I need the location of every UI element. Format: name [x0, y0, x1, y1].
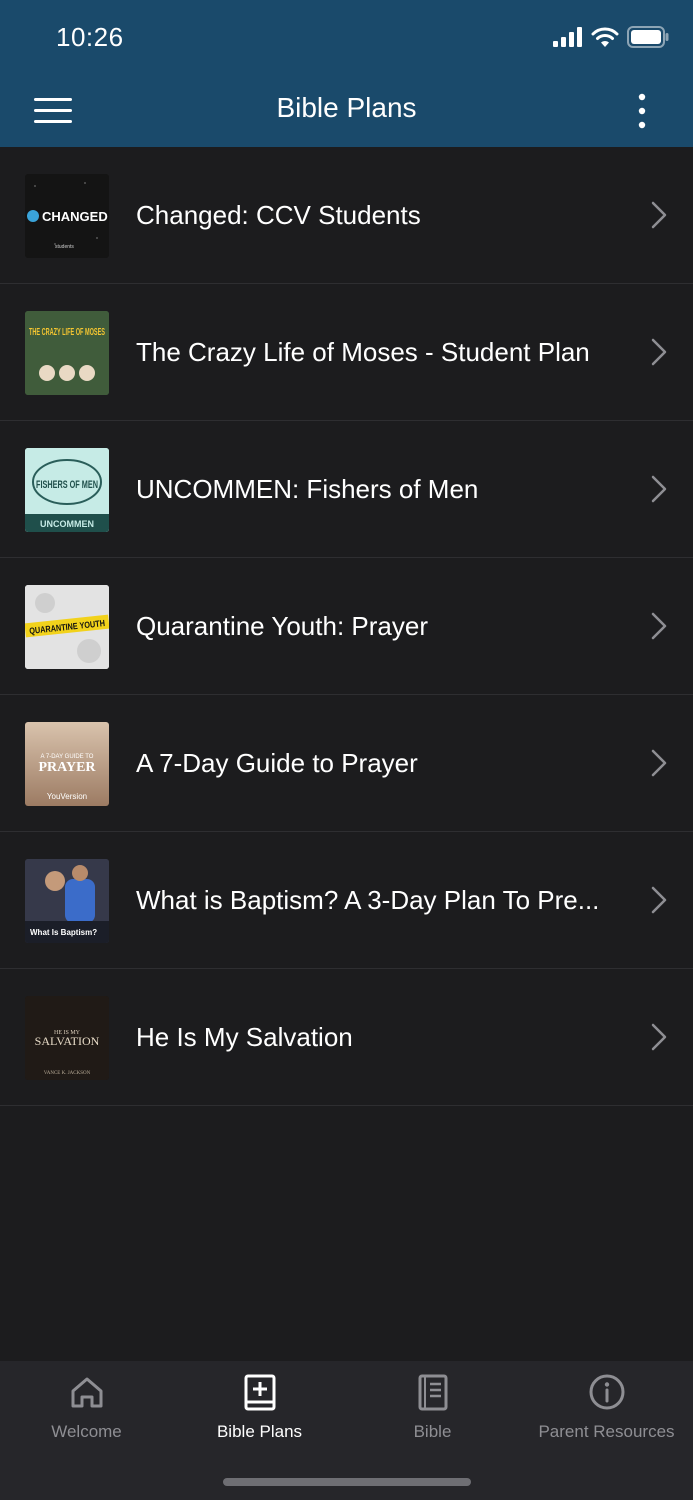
plan-title: UNCOMMEN: Fishers of Men [136, 474, 479, 504]
chevron-right-icon [651, 886, 667, 914]
tab-bible-plans[interactable]: Bible Plans [173, 1361, 346, 1461]
wifi-icon [591, 27, 619, 47]
home-indicator[interactable] [223, 1478, 471, 1486]
tab-welcome[interactable]: Welcome [0, 1361, 173, 1461]
plan-title: Quarantine Youth: Prayer [136, 611, 428, 641]
home-icon [71, 1377, 102, 1408]
tab-label: Welcome [51, 1422, 122, 1441]
plan-list: CHANGED students Changed: CCV Students T… [0, 147, 693, 1106]
thumb-title: SALVATION [35, 1034, 100, 1048]
thumb-title: CHANGED [42, 209, 108, 224]
status-icons [553, 26, 669, 48]
thumb-title: THE CRAZY LIFE OF MOSES [29, 327, 105, 338]
bible-plus-icon [244, 1374, 275, 1411]
plan-thumbnail: A 7-DAY GUIDE TO PRAYER YouVersion [25, 722, 109, 806]
tab-label: Parent Resources [538, 1422, 675, 1441]
plan-row[interactable]: CHANGED students Changed: CCV Students [0, 147, 693, 284]
thumb-subtitle: YouVersion [47, 792, 87, 801]
plan-thumbnail: HE IS MY SALVATION VANCE K. JACKSON [25, 996, 109, 1080]
plan-title: A 7-Day Guide to Prayer [136, 748, 418, 778]
info-circle-icon [589, 1374, 624, 1410]
tab-label: Bible [413, 1422, 452, 1441]
tab-label: Bible Plans [216, 1422, 303, 1441]
battery-icon [627, 26, 669, 48]
chevron-right-icon [651, 1023, 667, 1051]
plan-row[interactable]: What Is Baptism? What is Baptism? A 3-Da… [0, 832, 693, 969]
plan-title: The Crazy Life of Moses - Student Plan [136, 337, 590, 367]
chevron-right-icon [651, 749, 667, 777]
tab-parent-resources[interactable]: Parent Resources [520, 1361, 693, 1461]
plan-row[interactable]: THE CRAZY LIFE OF MOSES The Crazy Life o… [0, 284, 693, 421]
status-time: 10:26 [56, 22, 124, 52]
signal-icon [553, 27, 582, 47]
plan-row[interactable]: HE IS MY SALVATION VANCE K. JACKSON He I… [0, 969, 693, 1106]
more-options-button[interactable] [633, 92, 651, 130]
thumb-subtitle: VANCE K. JACKSON [44, 1071, 91, 1076]
thumb-subtitle: What Is Baptism? [30, 928, 97, 937]
plan-title: What is Baptism? A 3-Day Plan To Pre... [136, 885, 600, 915]
plan-row[interactable]: A 7-DAY GUIDE TO PRAYER YouVersion A 7-D… [0, 695, 693, 832]
plan-thumbnail: FISHERS OF MEN UNCOMMEN [25, 448, 109, 532]
plan-thumbnail: QUARANTINE YOUTH [25, 585, 109, 669]
plan-thumbnail: CHANGED students [25, 174, 109, 258]
plan-row[interactable]: FISHERS OF MEN UNCOMMEN UNCOMMEN: Fisher… [0, 421, 693, 558]
plan-title: He Is My Salvation [136, 1022, 353, 1052]
thumb-title: PRAYER [38, 760, 96, 775]
tab-bible[interactable]: Bible [346, 1361, 519, 1461]
thumb-subtitle: students [55, 244, 74, 250]
plan-title: Changed: CCV Students [136, 200, 421, 230]
chevron-right-icon [651, 475, 667, 503]
app-header: 10:26 Bible Plans [0, 0, 693, 147]
chevron-right-icon [651, 612, 667, 640]
thumb-title: FISHERS OF MEN [36, 479, 98, 491]
plan-thumbnail: THE CRAZY LIFE OF MOSES [25, 311, 109, 395]
chevron-right-icon [651, 338, 667, 366]
chevron-right-icon [651, 201, 667, 229]
plan-row[interactable]: QUARANTINE YOUTH Quarantine Youth: Praye… [0, 558, 693, 695]
more-vertical-icon [638, 93, 646, 129]
plan-thumbnail: What Is Baptism? [25, 859, 109, 943]
book-icon [418, 1374, 447, 1411]
thumb-subtitle: UNCOMMEN [40, 519, 94, 529]
page-title: Bible Plans [276, 92, 417, 123]
